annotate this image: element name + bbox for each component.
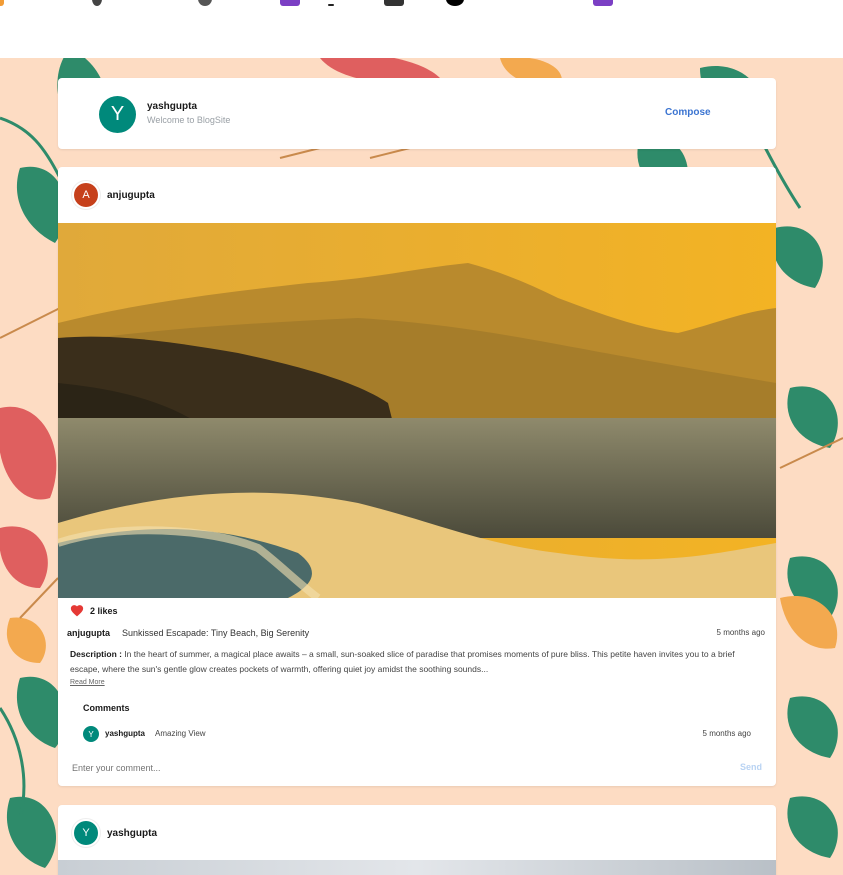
bookmarks-bar bbox=[0, 0, 843, 58]
comments-heading: Comments bbox=[83, 703, 130, 713]
comment-row: Y yashgupta Amazing View 5 months ago bbox=[83, 726, 751, 742]
likes-count: 2 likes bbox=[90, 606, 118, 616]
post-description: Description : In the heart of summer, a … bbox=[70, 647, 762, 677]
bookmark-icon[interactable] bbox=[593, 0, 613, 6]
comment-user[interactable]: yashgupta bbox=[105, 729, 145, 738]
heart-icon[interactable] bbox=[70, 604, 84, 617]
caption-user[interactable]: anjugupta bbox=[67, 628, 110, 638]
post-card: A anjugupta 2 likes anjugupta Sunkissed … bbox=[58, 167, 776, 786]
comment-text: Amazing View bbox=[155, 729, 206, 738]
send-button[interactable]: Send bbox=[740, 762, 762, 772]
bookmark-icon[interactable] bbox=[384, 0, 404, 6]
header-subtitle: Welcome to BlogSite bbox=[147, 115, 231, 125]
description-label: Description : bbox=[70, 649, 122, 659]
bookmark-icon[interactable] bbox=[328, 4, 334, 6]
comment-time: 5 months ago bbox=[702, 729, 751, 738]
post-image bbox=[58, 860, 776, 875]
read-more-link[interactable]: Read More bbox=[70, 679, 105, 686]
bookmark-icon[interactable] bbox=[280, 0, 300, 6]
comment-input[interactable] bbox=[72, 761, 712, 775]
comment-avatar[interactable]: Y bbox=[83, 726, 99, 742]
author-avatar[interactable]: Y bbox=[74, 821, 98, 845]
post-title: Sunkissed Escapade: Tiny Beach, Big Sere… bbox=[122, 628, 310, 638]
post-author[interactable]: anjugupta bbox=[107, 190, 155, 201]
post-card: Y yashgupta bbox=[58, 805, 776, 875]
user-avatar[interactable]: Y bbox=[99, 96, 136, 133]
compose-button[interactable]: Compose bbox=[665, 107, 711, 118]
post-author[interactable]: yashgupta bbox=[107, 828, 157, 839]
bookmark-icon[interactable] bbox=[92, 0, 102, 6]
profile-header-card: Y yashgupta Welcome to BlogSite Compose bbox=[58, 78, 776, 149]
bookmark-icon[interactable] bbox=[198, 0, 212, 6]
bookmark-icon[interactable] bbox=[0, 0, 4, 6]
post-image bbox=[58, 223, 776, 598]
bookmark-icon[interactable] bbox=[446, 0, 464, 6]
description-text: In the heart of summer, a magical place … bbox=[70, 649, 735, 674]
post-time: 5 months ago bbox=[716, 628, 765, 637]
header-username: yashgupta bbox=[147, 101, 198, 112]
author-avatar[interactable]: A bbox=[74, 183, 98, 207]
